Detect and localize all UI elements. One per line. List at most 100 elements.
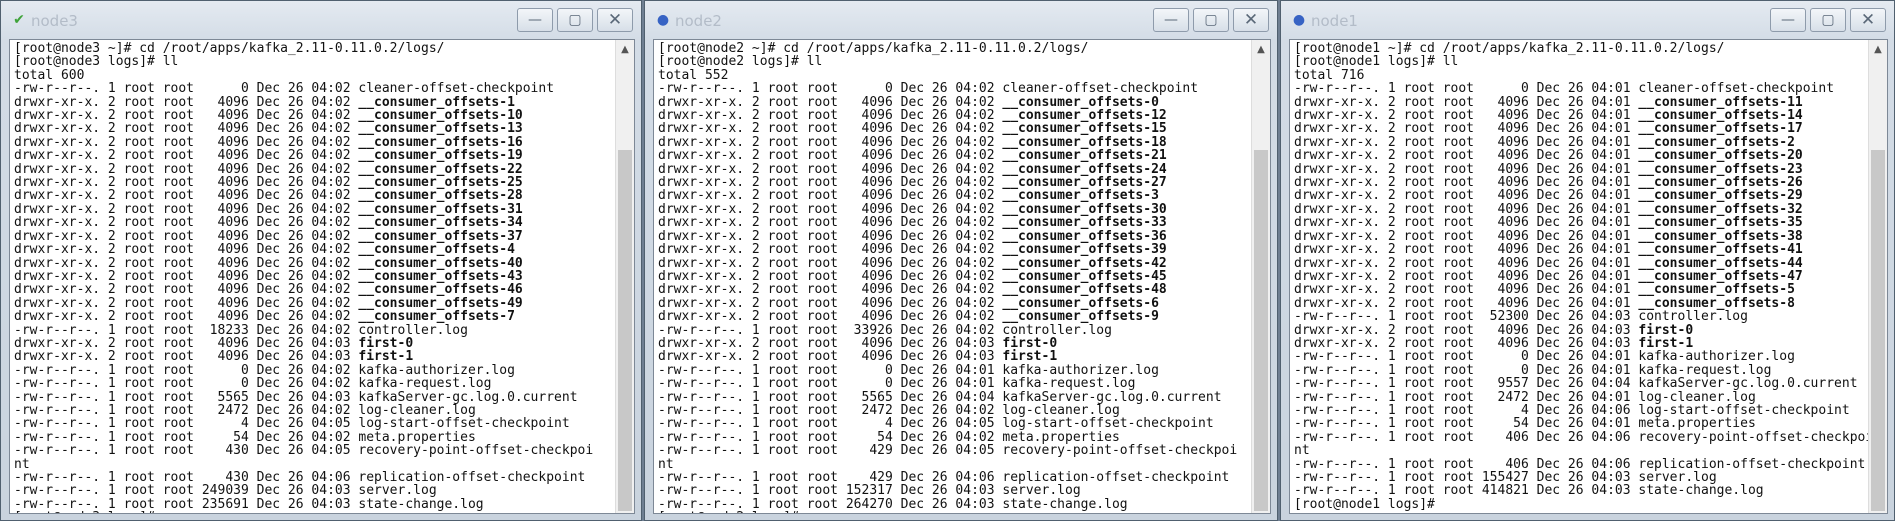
window-controls: — ▢ ✕ xyxy=(1153,8,1269,32)
terminal-output[interactable]: [root@node1 ~]# cd /root/apps/kafka_2.11… xyxy=(1289,39,1888,514)
file-listing-row: -rw-r--r--. 1 root root 0 Dec 26 04:02 c… xyxy=(14,82,593,95)
terminal-output[interactable]: [root@node3 ~]# cd /root/apps/kafka_2.11… xyxy=(9,39,635,514)
file-listing-row: drwxr-xr-x. 2 root root 4096 Dec 26 04:0… xyxy=(14,283,593,296)
file-listing-row: -rw-r--r--. 1 root root 235691 Dec 26 04… xyxy=(14,498,593,511)
window-title: node2 xyxy=(675,12,722,30)
file-listing-row: drwxr-xr-x. 2 root root 4096 Dec 26 04:0… xyxy=(1294,203,1873,216)
scroll-up-icon[interactable]: ▲ xyxy=(1869,44,1887,55)
window-title: node1 xyxy=(1311,12,1358,30)
file-listing-row: drwxr-xr-x. 2 root root 4096 Dec 26 04:0… xyxy=(1294,122,1873,135)
file-listing-row: drwxr-xr-x. 2 root root 4096 Dec 26 04:0… xyxy=(1294,297,1873,310)
title-bar[interactable]: ✔ node3 — ▢ ✕ xyxy=(1,1,641,39)
vertical-scrollbar[interactable]: ▲ xyxy=(1868,40,1887,513)
file-listing-row: drwxr-xr-x. 2 root root 4096 Dec 26 04:0… xyxy=(1294,216,1873,229)
file-listing-row: -rw-r--r--. 1 root root 264270 Dec 26 04… xyxy=(658,498,1237,511)
file-listing-row: drwxr-xr-x. 2 root root 4096 Dec 26 04:0… xyxy=(14,297,593,310)
file-listing-row: -rw-r--r--. 1 root root 0 Dec 26 04:01 k… xyxy=(1294,350,1873,363)
file-listing-row: drwxr-xr-x. 2 root root 4096 Dec 26 04:0… xyxy=(14,310,593,323)
file-meta: -rw-r--r--. 1 root root 406 Dec 26 04:06 xyxy=(1294,429,1639,445)
file-listing-row: drwxr-xr-x. 2 root root 4096 Dec 26 04:0… xyxy=(14,136,593,149)
minimize-button[interactable]: — xyxy=(517,8,553,32)
file-listing-row: -rw-r--r--. 1 root root 155427 Dec 26 04… xyxy=(1294,471,1873,484)
file-listing-row: -rw-r--r--. 1 root root 0 Dec 26 04:01 k… xyxy=(1294,364,1873,377)
close-button[interactable]: ✕ xyxy=(1233,8,1269,32)
file-listing-row: -rw-r--r--. 1 root root 54 Dec 26 04:02 … xyxy=(658,431,1237,444)
maximize-button[interactable]: ▢ xyxy=(1810,8,1846,32)
file-listing-row: drwxr-xr-x. 2 root root 4096 Dec 26 04:0… xyxy=(1294,270,1873,283)
file-listing-row: drwxr-xr-x. 2 root root 4096 Dec 26 04:0… xyxy=(658,136,1237,149)
file-listing-row: -rw-r--r--. 1 root root 0 Dec 26 04:01 c… xyxy=(1294,82,1873,95)
vertical-scrollbar[interactable]: ▲ xyxy=(1251,40,1270,513)
vertical-scrollbar[interactable]: ▲ xyxy=(615,40,634,513)
file-listing-row: -rw-r--r--. 1 root root 2472 Dec 26 04:0… xyxy=(14,404,593,417)
shell-prompt[interactable]: [root@node1 logs]# xyxy=(1294,497,1873,511)
minimize-button[interactable]: — xyxy=(1770,8,1806,32)
file-listing-row: drwxr-xr-x. 2 root root 4096 Dec 26 04:0… xyxy=(658,256,1237,270)
scrollbar-thumb[interactable] xyxy=(1254,150,1268,511)
file-listing-row: -rw-r--r--. 1 root root 429 Dec 26 04:05… xyxy=(658,444,1237,471)
terminal-window-node2[interactable]: ● node2 — ▢ ✕ [root@node2 ~]# cd /root/apps/k… xyxy=(644,0,1278,521)
terminal-line: [root@node1 logs]# ll xyxy=(1294,54,1459,70)
file-listing-row: -rw-r--r--. 1 root root 4 Dec 26 04:06 l… xyxy=(1294,404,1873,417)
maximize-button[interactable]: ▢ xyxy=(557,8,593,32)
file-listing-row: -rw-r--r--. 1 root root 4 Dec 26 04:05 l… xyxy=(14,417,593,430)
file-listing-row: drwxr-xr-x. 2 root root 4096 Dec 26 04:0… xyxy=(1294,162,1873,176)
maximize-button[interactable]: ▢ xyxy=(1193,8,1229,32)
terminal-line: [root@node2 ~]# cd /root/apps/kafka_2.11… xyxy=(658,41,1089,56)
file-listing-row: drwxr-xr-x. 2 root root 4096 Dec 26 04:0… xyxy=(658,270,1237,283)
file-listing-row: drwxr-xr-x. 2 root root 4096 Dec 26 04:0… xyxy=(14,176,593,189)
file-listing-row: -rw-r--r--. 1 root root 2472 Dec 26 04:0… xyxy=(658,404,1237,417)
file-listing-row: drwxr-xr-x. 2 root root 4096 Dec 26 04:0… xyxy=(658,95,1237,109)
file-name: state-change.log xyxy=(1002,496,1128,512)
file-listing-row: drwxr-xr-x. 2 root root 4096 Dec 26 04:0… xyxy=(1294,95,1873,109)
close-button[interactable]: ✕ xyxy=(1850,8,1886,32)
file-listing-row: -rw-r--r--. 1 root root 0 Dec 26 04:01 k… xyxy=(658,364,1237,377)
session-icon: ● xyxy=(656,12,670,28)
file-listing-row: drwxr-xr-x. 2 root root 4096 Dec 26 04:0… xyxy=(658,297,1237,310)
file-listing-row: drwxr-xr-x. 2 root root 4096 Dec 26 04:0… xyxy=(1294,243,1873,256)
window-controls: — ▢ ✕ xyxy=(517,8,633,32)
file-listing-row: drwxr-xr-x. 2 root root 4096 Dec 26 04:0… xyxy=(658,283,1237,296)
file-listing-row: drwxr-xr-x. 2 root root 4096 Dec 26 04:0… xyxy=(14,95,593,109)
terminal-line: total 552 xyxy=(658,67,729,83)
file-listing-row: drwxr-xr-x. 2 root root 4096 Dec 26 04:0… xyxy=(14,270,593,283)
file-listing-row: drwxr-xr-x. 2 root root 4096 Dec 26 04:0… xyxy=(658,216,1237,229)
file-listing-row: -rw-r--r--. 1 root root 52300 Dec 26 04:… xyxy=(1294,310,1873,323)
file-listing-row: drwxr-xr-x. 2 root root 4096 Dec 26 04:0… xyxy=(658,229,1237,243)
file-listing-row: -rw-r--r--. 1 root root 2472 Dec 26 04:0… xyxy=(1294,390,1873,404)
scrollbar-thumb[interactable] xyxy=(618,150,632,511)
file-listing-row: -rw-r--r--. 1 root root 54 Dec 26 04:02 … xyxy=(14,431,593,444)
title-bar[interactable]: ● node1 — ▢ ✕ xyxy=(1281,1,1894,39)
file-listing-row: -rw-r--r--. 1 root root 5565 Dec 26 04:0… xyxy=(14,390,593,404)
file-listing-row: -rw-r--r--. 1 root root 152317 Dec 26 04… xyxy=(658,484,1237,497)
file-listing-row: drwxr-xr-x. 2 root root 4096 Dec 26 04:0… xyxy=(14,216,593,229)
close-button[interactable]: ✕ xyxy=(597,8,633,32)
terminal-line: [root@node1 ~]# cd /root/apps/kafka_2.11… xyxy=(1294,41,1725,56)
file-listing-row: drwxr-xr-x. 2 root root 4096 Dec 26 04:0… xyxy=(14,203,593,216)
title-bar[interactable]: ● node2 — ▢ ✕ xyxy=(645,1,1277,39)
minimize-button[interactable]: — xyxy=(1153,8,1189,32)
file-listing-row: -rw-r--r--. 1 root root 0 Dec 26 04:02 k… xyxy=(14,364,593,377)
file-listing-row: drwxr-xr-x. 2 root root 4096 Dec 26 04:0… xyxy=(14,229,593,243)
file-listing-row: -rw-r--r--. 1 root root 4 Dec 26 04:05 l… xyxy=(658,417,1237,430)
terminal-window-node1[interactable]: ● node1 — ▢ ✕ [root@node1 ~]# cd /root/apps/k… xyxy=(1280,0,1895,521)
file-listing-row: drwxr-xr-x. 2 root root 4096 Dec 26 04:0… xyxy=(14,337,593,350)
file-listing-row: drwxr-xr-x. 2 root root 4096 Dec 26 04:0… xyxy=(658,122,1237,135)
terminal-line: [root@node3 ~]# cd /root/apps/kafka_2.11… xyxy=(14,41,445,56)
file-listing-row: -rw-r--r--. 1 root root 18233 Dec 26 04:… xyxy=(14,323,593,337)
file-listing-row: drwxr-xr-x. 2 root root 4096 Dec 26 04:0… xyxy=(658,109,1237,122)
terminal-window-node3[interactable]: ✔ node3 — ▢ ✕ [root@node3 ~]# cd /root/apps/k… xyxy=(0,0,642,521)
file-listing-row: -rw-r--r--. 1 root root 406 Dec 26 04:06… xyxy=(1294,457,1873,471)
file-listing-row: drwxr-xr-x. 2 root root 4096 Dec 26 04:0… xyxy=(658,189,1237,202)
file-listing-row: -rw-r--r--. 1 root root 9557 Dec 26 04:0… xyxy=(1294,377,1873,390)
file-listing-row: drwxr-xr-x. 2 root root 4096 Dec 26 04:0… xyxy=(1294,283,1873,296)
scroll-up-icon[interactable]: ▲ xyxy=(616,44,634,55)
file-listing-row: -rw-r--r--. 1 root root 33926 Dec 26 04:… xyxy=(658,323,1237,337)
scroll-up-icon[interactable]: ▲ xyxy=(1252,44,1270,55)
file-listing-row: drwxr-xr-x. 2 root root 4096 Dec 26 04:0… xyxy=(658,350,1237,363)
file-listing-row: drwxr-xr-x. 2 root root 4096 Dec 26 04:0… xyxy=(1294,229,1873,243)
file-listing-row: drwxr-xr-x. 2 root root 4096 Dec 26 04:0… xyxy=(1294,323,1873,337)
terminal-line: total 600 xyxy=(14,67,85,83)
terminal-output[interactable]: [root@node2 ~]# cd /root/apps/kafka_2.11… xyxy=(653,39,1271,514)
scrollbar-thumb[interactable] xyxy=(1871,150,1885,511)
